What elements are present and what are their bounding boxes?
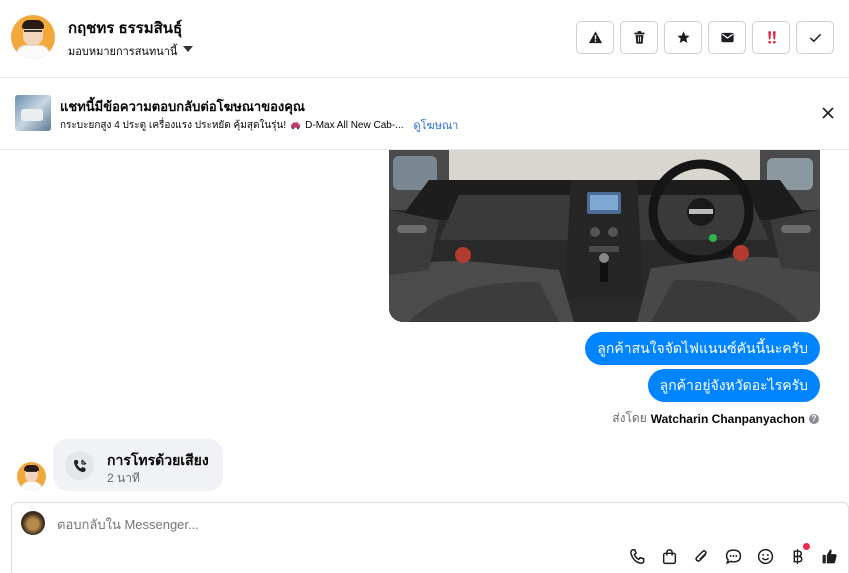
ad-thumbnail[interactable] xyxy=(15,95,51,131)
ad-details: กระบะยกสูง 4 ประตู เครื่องแรง ประหยัด คุ… xyxy=(60,116,458,134)
shopping-bag-icon[interactable] xyxy=(660,547,678,565)
follow-up-button[interactable] xyxy=(752,21,790,54)
contact-name[interactable]: กฤชทร ธรรมสินธุ์ xyxy=(68,16,182,40)
notification-dot xyxy=(803,543,810,550)
ad-name: D-Max All New Cab-... xyxy=(305,119,404,131)
close-icon[interactable] xyxy=(820,105,836,121)
star-button[interactable] xyxy=(664,21,702,54)
contact-avatar[interactable] xyxy=(11,15,55,59)
warning-icon xyxy=(588,31,602,44)
envelope-icon xyxy=(720,32,734,43)
baht-icon[interactable] xyxy=(788,543,810,565)
ad-reply-banner: แชทนี้มีข้อความตอบกลับต่อโฆษณาของคุณ กระ… xyxy=(0,78,849,150)
info-icon[interactable]: ? xyxy=(809,413,819,424)
star-icon xyxy=(676,31,690,43)
trash-icon xyxy=(633,31,645,44)
delete-button[interactable] xyxy=(620,21,658,54)
spam-button[interactable] xyxy=(576,21,614,54)
done-button[interactable] xyxy=(796,21,834,54)
incoming-call-icon xyxy=(65,451,94,480)
voice-call-card[interactable]: การโทรด้วยเสียง 2 นาที xyxy=(53,439,223,491)
reply-composer xyxy=(11,502,849,573)
car-icon xyxy=(291,121,301,129)
assign-label: มอบหมายการสนทนานี้ xyxy=(68,46,178,58)
sent-by-name: Watcharin Chanpanyachon xyxy=(650,411,805,426)
paperclip-icon[interactable] xyxy=(692,547,710,565)
outgoing-message[interactable]: ลูกค้าอยู่จังหวัดอะไรครับ xyxy=(647,369,820,402)
phone-icon[interactable] xyxy=(628,547,646,565)
page-avatar xyxy=(21,511,45,535)
contact-avatar-small[interactable] xyxy=(17,462,46,491)
conversation-actions xyxy=(576,21,834,54)
assign-conversation-dropdown[interactable]: มอบหมายการสนทนานี้ xyxy=(68,42,194,60)
composer-toolbar xyxy=(628,543,838,565)
ad-banner-title: แชทนี้มีข้อความตอบกลับต่อโฆษณาของคุณ xyxy=(60,99,305,114)
reply-input[interactable] xyxy=(57,517,757,532)
speech-bubble-icon[interactable] xyxy=(724,547,742,565)
emoji-icon[interactable] xyxy=(756,547,774,565)
ad-subtitle: กระบะยกสูง 4 ประตู เครื่องแรง ประหยัด คุ… xyxy=(60,119,287,131)
caret-down-icon xyxy=(183,46,194,52)
conversation-header: กฤชทร ธรรมสินธุ์ มอบหมายการสนทนานี้ xyxy=(0,0,849,78)
mark-unread-button[interactable] xyxy=(708,21,746,54)
car-interior-photo[interactable] xyxy=(389,150,820,322)
sent-by-prefix: ส่งโดย xyxy=(612,411,647,425)
view-ad-link[interactable]: ดูโฆษณา xyxy=(414,116,459,134)
thumbs-up-icon[interactable] xyxy=(820,547,838,565)
outgoing-message[interactable]: ลูกค้าสนใจจัดไฟแนนซ์คันนี้นะครับ xyxy=(585,332,820,365)
check-icon xyxy=(809,33,821,43)
call-duration: 2 นาที xyxy=(107,471,140,485)
sent-by-line: ส่งโดย Watcharin Chanpanyachon ? xyxy=(612,409,819,428)
car-interior-image xyxy=(389,150,820,322)
exclamation-icon xyxy=(767,31,776,44)
